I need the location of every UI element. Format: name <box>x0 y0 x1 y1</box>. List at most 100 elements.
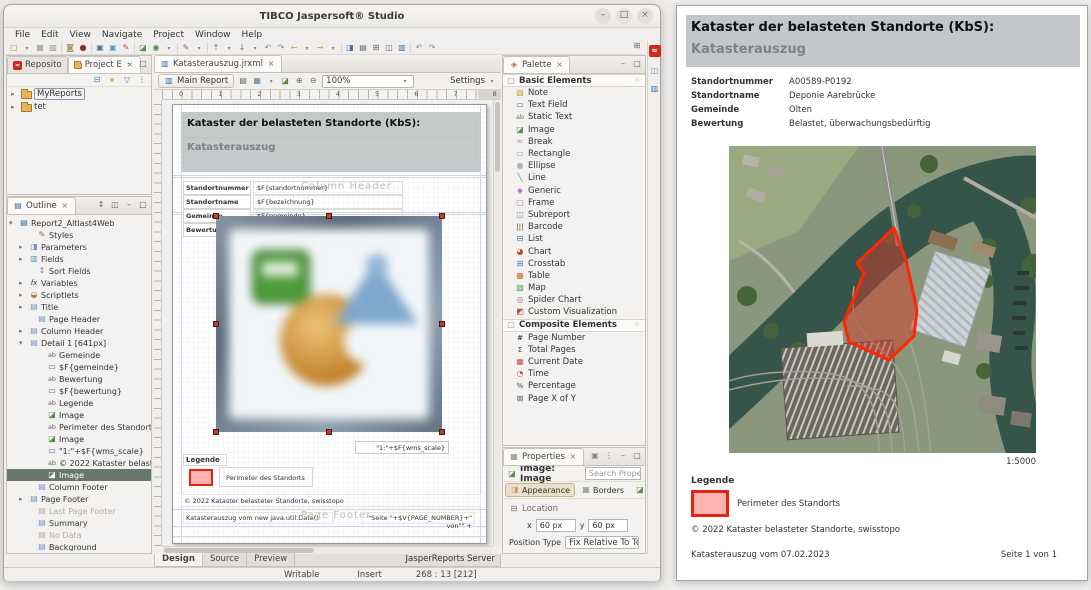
dropdown-caret[interactable] <box>224 44 234 52</box>
close-icon[interactable] <box>60 202 70 210</box>
position-type-select[interactable]: Fix Relative To Top <box>565 536 639 549</box>
minimize-icon[interactable] <box>124 60 134 68</box>
maximize-icon[interactable] <box>138 60 148 68</box>
palette-item[interactable]: Map <box>503 282 645 294</box>
layout-icon[interactable] <box>110 201 120 209</box>
design-page[interactable]: Kataster der belasteten Standorte (KbS):… <box>172 104 487 544</box>
menu-item[interactable]: Edit <box>36 30 63 40</box>
tab-katasterauszug-jrxml[interactable]: Katasterauszug.jrxml <box>154 55 282 72</box>
close-icon[interactable] <box>554 61 564 69</box>
palette-item[interactable]: Generic <box>503 185 645 197</box>
report-doc-icon[interactable] <box>397 44 407 52</box>
outline-item[interactable]: $F{gemeinde} <box>7 361 151 373</box>
dataset-add-icon[interactable] <box>95 44 105 52</box>
save-all-icon[interactable] <box>48 44 58 52</box>
dropdown-caret[interactable] <box>194 44 204 52</box>
toolbar-separator[interactable] <box>61 43 62 53</box>
properties-tab[interactable]: Borders <box>576 483 629 497</box>
menu-item[interactable]: File <box>10 30 35 40</box>
save-icon[interactable] <box>35 44 45 52</box>
maximize-icon[interactable] <box>632 60 642 68</box>
resize-handle[interactable] <box>439 321 445 327</box>
outline-item[interactable]: Fields <box>7 253 151 265</box>
editor-mode-tab[interactable]: Source <box>203 553 247 566</box>
menu-item[interactable]: View <box>65 30 96 40</box>
design-field-row[interactable]: Standortname $F{bezeichnung} <box>183 195 403 209</box>
outline-item[interactable]: Page Header <box>7 313 151 325</box>
tab-palette[interactable]: Palette <box>503 56 570 73</box>
dropdown-caret[interactable] <box>250 44 260 52</box>
resize-handle[interactable] <box>213 429 219 435</box>
resize-handle[interactable] <box>439 213 445 219</box>
minimized-view-icon[interactable] <box>650 67 660 75</box>
outline-item[interactable]: Detail 1 [641px] <box>7 337 151 349</box>
palette-section-basic[interactable]: Basic Elements <box>503 74 645 87</box>
search-property-input[interactable]: Search Property <box>585 467 641 480</box>
breakpoint-icon[interactable] <box>78 44 88 52</box>
dropdown-caret[interactable] <box>302 44 312 52</box>
outline-item[interactable]: Image <box>7 469 151 481</box>
selected-image-element[interactable] <box>216 216 442 432</box>
palette-item[interactable]: Image <box>503 124 645 136</box>
palette-item[interactable]: Custom Visualization <box>503 306 645 318</box>
resize-handle[interactable] <box>439 429 445 435</box>
toolbar-separator[interactable] <box>207 43 208 53</box>
band-view-icon[interactable] <box>238 77 248 85</box>
zoom-in-icon[interactable] <box>294 77 304 85</box>
jaspersoft-perspective-icon[interactable] <box>649 45 661 57</box>
palette-item[interactable]: Static Text <box>503 111 645 123</box>
design-legend-item[interactable]: Perimeter des Standorts <box>219 467 313 487</box>
outline-item[interactable]: Summary <box>7 517 151 529</box>
field-add-icon[interactable] <box>108 44 118 52</box>
project-tree-item[interactable]: MyReports <box>7 87 151 100</box>
palette-item[interactable]: Break <box>503 136 645 148</box>
customize-icon[interactable] <box>632 77 642 85</box>
menu-item[interactable]: Project <box>148 30 189 40</box>
toolbar-separator[interactable] <box>134 43 135 53</box>
link-editor-icon[interactable] <box>107 76 117 84</box>
settings-dropdown[interactable]: Settings <box>450 76 497 86</box>
palette-item[interactable]: Frame <box>503 197 645 209</box>
outline-item[interactable]: Styles <box>7 229 151 241</box>
image-add-icon[interactable] <box>280 77 290 85</box>
palette-item[interactable]: Chart <box>503 245 645 257</box>
maximize-icon[interactable] <box>138 201 148 209</box>
vertical-scrollbar[interactable] <box>493 100 501 546</box>
outline-item[interactable]: Variables <box>7 277 151 289</box>
toolbar-separator[interactable] <box>177 43 178 53</box>
lock-icon[interactable] <box>65 44 75 52</box>
close-icon[interactable] <box>568 453 578 461</box>
customize-icon[interactable] <box>632 321 642 329</box>
dropdown-caret[interactable] <box>266 77 276 85</box>
y-input[interactable]: 60 px <box>588 519 628 532</box>
minimized-report-icon[interactable] <box>650 85 660 93</box>
grid-view-icon[interactable] <box>371 44 381 52</box>
palette-item[interactable]: Text Field <box>503 99 645 111</box>
outline-item[interactable]: Bewertung <box>7 373 151 385</box>
publish-icon[interactable] <box>345 44 355 52</box>
location-section-header[interactable]: ⊟ Location <box>509 504 639 514</box>
zoom-out-icon[interactable] <box>308 77 318 85</box>
tab-properties[interactable]: Properties <box>503 448 584 465</box>
minimize-icon[interactable] <box>124 201 134 209</box>
zoom-level-combo[interactable]: 100% <box>322 75 414 88</box>
design-title-band[interactable]: Kataster der belasteten Standorte (KbS):… <box>181 112 481 172</box>
maximize-icon[interactable] <box>616 8 632 24</box>
titlebar[interactable]: TIBCO Jaspersoft® Studio <box>4 5 660 28</box>
main-report-button[interactable]: Main Report <box>158 74 234 88</box>
outline-item[interactable]: Gemeinde <box>7 349 151 361</box>
palette-item[interactable]: Ellipse <box>503 160 645 172</box>
palette-item[interactable]: Current Date <box>503 356 645 368</box>
palette-item[interactable]: Percentage <box>503 380 645 392</box>
palette-item[interactable]: Spider Chart <box>503 294 645 306</box>
outline-item[interactable]: No Data <box>7 529 151 541</box>
palette-item[interactable]: List <box>503 233 645 245</box>
resize-handle[interactable] <box>326 429 332 435</box>
palette-item[interactable]: Crosstab <box>503 258 645 270</box>
outline-item[interactable]: "1:"+$F{wms_scale} <box>7 445 151 457</box>
minimize-icon[interactable] <box>595 8 611 24</box>
outline-item[interactable]: Image <box>7 409 151 421</box>
design-title-line1[interactable]: Kataster der belasteten Standorte (KbS): <box>187 118 420 129</box>
palette-item[interactable]: Table <box>503 270 645 282</box>
menu-item[interactable]: Navigate <box>97 30 147 40</box>
